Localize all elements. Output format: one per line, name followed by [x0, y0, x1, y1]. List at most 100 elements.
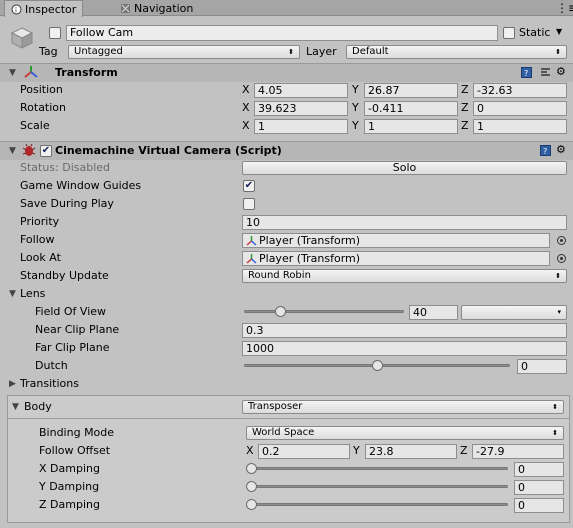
panel-menu-icon[interactable]: ⋮≡: [556, 1, 573, 15]
binding-mode-label: Binding Mode: [39, 426, 115, 439]
x-damping-slider-track[interactable]: [248, 467, 508, 470]
axis-z-label: Z: [461, 119, 469, 132]
transform-axes-icon: [246, 235, 257, 246]
lens-label[interactable]: Lens: [20, 286, 45, 302]
y-damping-field[interactable]: 0: [514, 480, 564, 495]
tab-inspector[interactable]: i Inspector: [4, 0, 84, 17]
follow-label: Follow: [20, 233, 55, 246]
x-damping-slider-thumb[interactable]: [246, 463, 257, 474]
priority-field[interactable]: 10: [242, 215, 567, 230]
body-label[interactable]: Body: [24, 399, 52, 415]
foldout-open-icon[interactable]: ▼: [9, 143, 19, 159]
z-damping-field[interactable]: 0: [514, 498, 564, 513]
static-label: Static: [519, 26, 551, 39]
body-dropdown[interactable]: Transposer ⬍: [242, 400, 564, 414]
help-icon[interactable]: ?: [521, 67, 532, 78]
tag-label: Tag: [39, 45, 58, 58]
inspector-icon: i: [11, 4, 22, 14]
transitions-label[interactable]: Transitions: [20, 376, 79, 392]
position-z-field[interactable]: -32.63: [473, 83, 567, 98]
axis-z-label: Z: [461, 83, 469, 96]
foldout-closed-icon[interactable]: ▶: [9, 376, 19, 392]
position-label: Position: [20, 83, 63, 96]
rotation-y-field[interactable]: -0.411: [364, 101, 458, 116]
foldout-open-icon[interactable]: ▼: [9, 65, 19, 81]
active-checkbox[interactable]: [49, 27, 61, 39]
vcam-enabled-checkbox[interactable]: ✔: [40, 145, 52, 157]
binding-mode-dropdown[interactable]: World Space ⬍: [246, 426, 564, 440]
standby-update-label: Standby Update: [20, 269, 109, 282]
rotation-x-field[interactable]: 39.623: [254, 101, 348, 116]
svg-text:?: ?: [524, 69, 528, 78]
tag-dropdown[interactable]: Untagged ⬍: [68, 45, 300, 59]
foldout-open-icon[interactable]: ▼: [9, 286, 19, 302]
static-dropdown-icon[interactable]: ▼: [556, 27, 562, 36]
far-clip-field[interactable]: 1000: [242, 341, 567, 356]
y-damping-label: Y Damping: [39, 480, 100, 493]
scale-x-field[interactable]: 1: [254, 119, 348, 134]
follow-offset-z-field[interactable]: -27.9: [472, 444, 564, 459]
scale-z-field[interactable]: 1: [473, 119, 567, 134]
axis-x-label: X: [242, 119, 250, 132]
axis-x-label: X: [242, 101, 250, 114]
gameobject-cube-icon: [10, 27, 34, 49]
look-at-field[interactable]: Player (Transform): [242, 251, 550, 266]
tag-value: Untagged: [74, 46, 123, 57]
layer-dropdown[interactable]: Default ⬍: [346, 45, 567, 59]
solo-button[interactable]: Solo: [242, 161, 567, 175]
position-x-field[interactable]: 4.05: [254, 83, 348, 98]
follow-offset-y-field[interactable]: 23.8: [365, 444, 457, 459]
save-during-play-checkbox[interactable]: [243, 198, 255, 210]
fov-field[interactable]: 40: [409, 305, 458, 320]
z-damping-slider-thumb[interactable]: [246, 499, 257, 510]
name-field[interactable]: Follow Cam: [66, 25, 498, 41]
status-text: Status: Disabled: [20, 161, 111, 174]
standby-update-dropdown[interactable]: Round Robin ⬍: [242, 269, 567, 283]
look-at-label: Look At: [20, 251, 61, 264]
transform-title: Transform: [55, 66, 118, 79]
static-checkbox[interactable]: [503, 27, 515, 39]
scale-label: Scale: [20, 119, 50, 132]
gear-icon[interactable]: ⚙: [556, 143, 566, 156]
near-clip-field[interactable]: 0.3: [242, 323, 567, 338]
axis-y-label: Y: [353, 444, 360, 457]
tab-inspector-label: Inspector: [25, 2, 77, 16]
fov-slider-thumb[interactable]: [275, 306, 287, 317]
y-damping-slider-track[interactable]: [248, 485, 508, 488]
y-damping-slider-thumb[interactable]: [246, 481, 257, 492]
axis-z-label: Z: [461, 101, 469, 114]
foldout-open-icon[interactable]: ▼: [12, 399, 22, 415]
dropdown-arrow-icon: ⬍: [555, 47, 561, 56]
position-y-field[interactable]: 26.87: [364, 83, 458, 98]
layout-icon[interactable]: [540, 67, 551, 78]
dropdown-arrow-icon: ⬍: [552, 428, 558, 437]
dutch-label: Dutch: [35, 359, 68, 372]
follow-field[interactable]: Player (Transform): [242, 233, 550, 248]
layer-value: Default: [352, 46, 389, 57]
axis-x-label: X: [242, 83, 250, 96]
help-icon[interactable]: ?: [540, 145, 551, 156]
scale-y-field[interactable]: 1: [364, 119, 458, 134]
z-damping-label: Z Damping: [39, 498, 100, 511]
fov-slider-track[interactable]: [244, 310, 404, 313]
game-window-guides-checkbox[interactable]: ✔: [243, 180, 255, 192]
tab-navigation[interactable]: Navigation: [114, 0, 199, 16]
dutch-slider-thumb[interactable]: [371, 360, 383, 371]
transform-axes-icon: [246, 253, 257, 264]
follow-value: Player (Transform): [259, 234, 361, 247]
rotation-z-field[interactable]: 0: [473, 101, 567, 116]
z-damping-slider-track[interactable]: [248, 503, 508, 506]
x-damping-field[interactable]: 0: [514, 462, 564, 477]
follow-offset-label: Follow Offset: [39, 444, 111, 457]
follow-offset-x-field[interactable]: 0.2: [258, 444, 350, 459]
object-picker-icon[interactable]: [557, 254, 566, 263]
tab-navigation-label: Navigation: [134, 1, 194, 15]
binding-mode-value: World Space: [252, 427, 315, 438]
dutch-field[interactable]: 0: [517, 359, 567, 374]
dropdown-arrow-icon: ⬍: [288, 47, 294, 56]
axis-y-label: Y: [352, 119, 359, 132]
object-picker-icon[interactable]: [557, 236, 566, 245]
axis-x-label: X: [246, 444, 254, 457]
gear-icon[interactable]: ⚙: [556, 65, 566, 78]
fov-mode-dropdown[interactable]: ▾: [461, 305, 567, 320]
